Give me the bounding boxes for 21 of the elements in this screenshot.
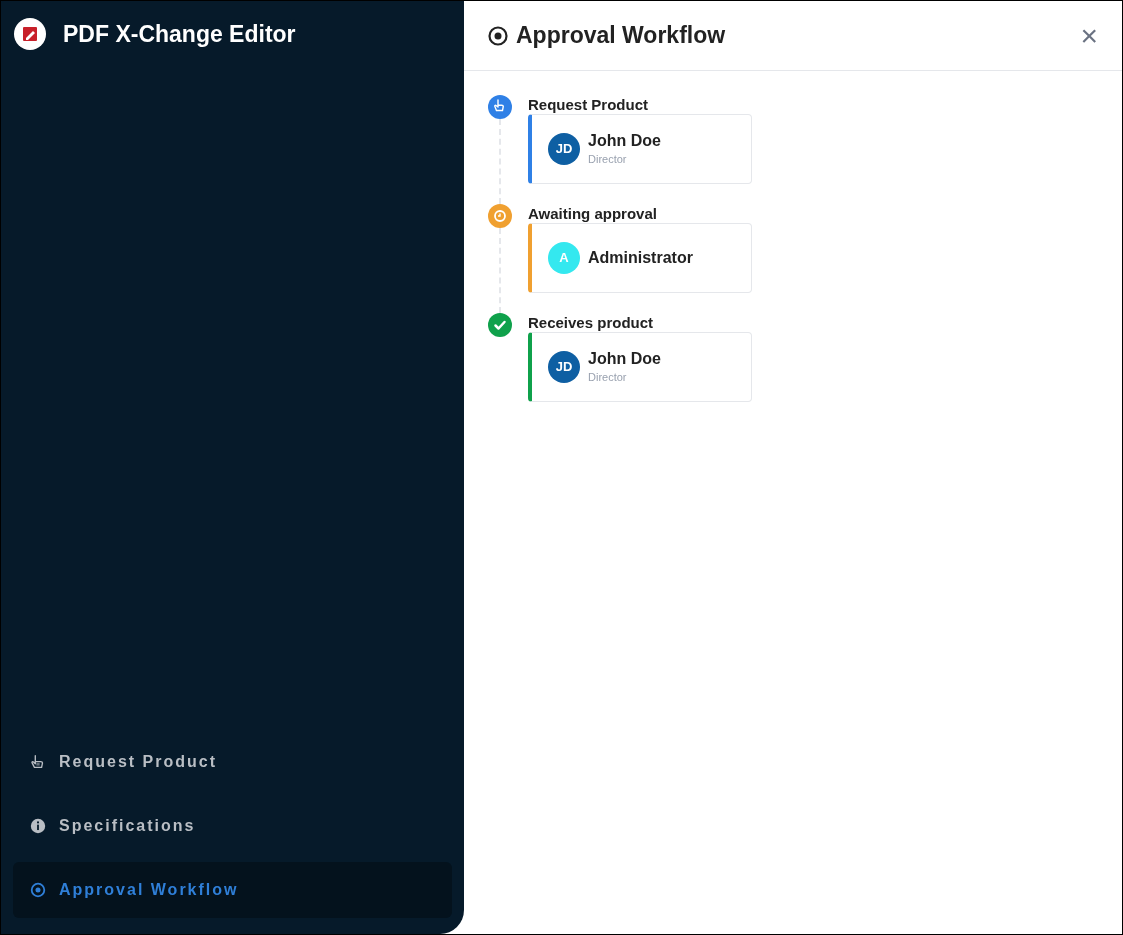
avatar: JD	[548, 133, 580, 165]
info-icon	[29, 817, 47, 835]
step-title: Receives product	[528, 314, 655, 332]
panel-title: Approval Workflow	[516, 21, 726, 51]
avatar: JD	[548, 351, 580, 383]
app-logo-icon	[13, 17, 47, 52]
person-name: Administrator	[588, 248, 693, 268]
sidebar-item[interactable]: Specifications	[13, 798, 452, 854]
step-title: Request Product	[528, 96, 649, 114]
app-title: PDF X-Change Editor	[63, 20, 296, 49]
sidebar-item[interactable]: Request Product	[13, 734, 452, 790]
target-icon	[488, 25, 508, 46]
avatar: A	[548, 242, 580, 274]
step-title: Awaiting approval	[528, 205, 658, 223]
sidebar-item[interactable]: Approval Workflow	[13, 862, 452, 918]
close-button[interactable]: ×	[1080, 20, 1098, 51]
person-role: Director	[588, 151, 628, 167]
person-name: John Doe	[588, 348, 661, 369]
person-name: John Doe	[588, 130, 661, 151]
person-role: Director	[588, 369, 628, 385]
target-icon	[29, 881, 47, 899]
